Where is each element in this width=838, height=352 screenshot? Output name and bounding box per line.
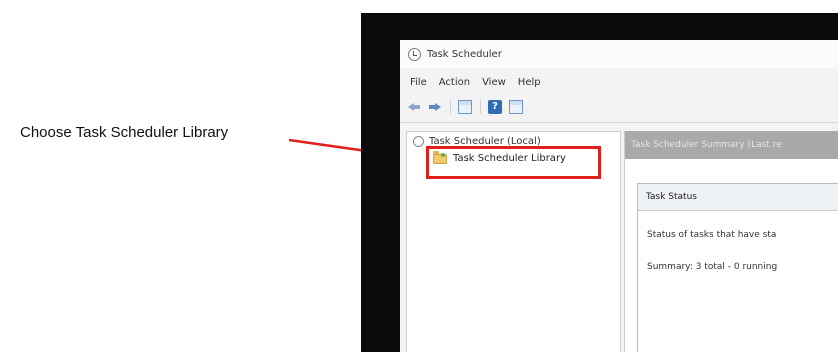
toolbar-divider xyxy=(400,122,838,123)
toolbar: ? xyxy=(400,96,838,118)
toolbar-separator xyxy=(450,100,451,114)
help-icon[interactable]: ? xyxy=(488,100,502,114)
console-tree-icon[interactable] xyxy=(458,100,472,114)
summary-header: Task Scheduler Summary (Last re xyxy=(625,131,838,159)
status-description: Status of tasks that have sta xyxy=(647,230,777,240)
summary-pane: Task Scheduler Summary (Last re Task Sta… xyxy=(624,131,838,352)
back-arrow-icon[interactable] xyxy=(407,100,421,114)
action-pane-icon[interactable] xyxy=(509,100,523,114)
task-scheduler-app-icon xyxy=(408,47,421,61)
toolbar-separator xyxy=(480,100,481,114)
menu-bar: File Action View Help xyxy=(400,73,838,91)
callout-highlight-box xyxy=(426,146,601,179)
task-scheduler-window: Task Scheduler File Action View Help ? T… xyxy=(400,40,838,352)
status-summary: Summary: 3 total - 0 running xyxy=(647,262,778,272)
clock-icon xyxy=(413,136,424,147)
menu-file[interactable]: File xyxy=(410,77,427,88)
task-status-title[interactable]: Task Status xyxy=(638,184,838,211)
callout-label: Choose Task Scheduler Library xyxy=(20,124,229,141)
title-bar: Task Scheduler xyxy=(400,40,838,68)
menu-action[interactable]: Action xyxy=(439,77,470,88)
task-status-card: Task Status Status of tasks that have st… xyxy=(637,183,838,352)
menu-help[interactable]: Help xyxy=(518,77,541,88)
forward-arrow-icon[interactable] xyxy=(428,100,442,114)
menu-view[interactable]: View xyxy=(482,77,506,88)
window-title: Task Scheduler xyxy=(427,48,502,60)
